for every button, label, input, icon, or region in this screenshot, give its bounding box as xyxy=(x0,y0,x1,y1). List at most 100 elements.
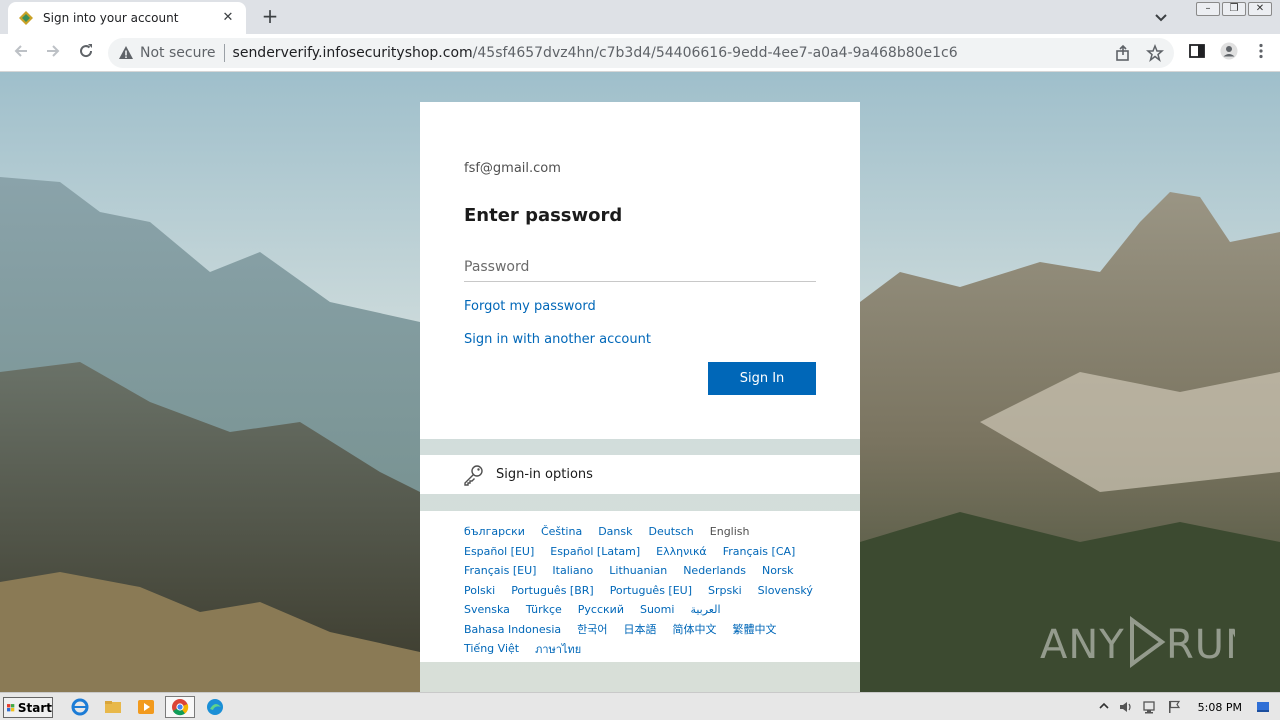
signin-card: fsf@gmail.com Enter password Forgot my p… xyxy=(420,102,860,439)
internet-explorer-icon xyxy=(71,698,89,716)
language-link[interactable]: Dansk xyxy=(598,525,632,538)
language-link[interactable]: Türkçe xyxy=(526,603,562,616)
reload-button[interactable] xyxy=(75,42,97,64)
watermark-logo: ANY RUN xyxy=(1040,612,1255,682)
language-link[interactable]: Slovenský xyxy=(758,584,813,597)
taskbar-media-player[interactable] xyxy=(134,696,158,718)
language-link[interactable]: 繁體中文 xyxy=(733,621,777,637)
reload-icon xyxy=(80,44,93,58)
media-player-icon xyxy=(138,700,154,714)
side-panel-icon[interactable] xyxy=(1188,42,1206,60)
url-path: /45sf4657dvz4hn/c7b3d4/54406616-9edd-4ee… xyxy=(472,45,958,61)
taskbar-edge[interactable] xyxy=(203,696,227,718)
edge-icon xyxy=(207,699,223,715)
minimize-button[interactable]: – xyxy=(1196,2,1220,16)
language-link[interactable]: Norsk xyxy=(762,564,794,577)
svg-text:RUN: RUN xyxy=(1166,622,1235,668)
language-list: български Čeština Dansk Deutsch English Españ… xyxy=(420,511,860,662)
start-label: Start xyxy=(17,700,52,715)
site-favicon-icon xyxy=(19,11,33,25)
start-button[interactable]: Start xyxy=(3,697,53,718)
action-center-flag-icon[interactable] xyxy=(1166,699,1182,715)
language-link[interactable]: ภาษาไทย xyxy=(535,640,581,658)
key-icon xyxy=(464,464,483,486)
tab-active[interactable]: Sign into your account ✕ xyxy=(8,2,246,34)
show-desktop-icon[interactable] xyxy=(1256,700,1270,714)
language-link[interactable]: Français [EU] xyxy=(464,564,536,577)
volume-icon[interactable] xyxy=(1118,699,1134,715)
back-button[interactable] xyxy=(10,42,32,64)
sign-in-button[interactable]: Sign In xyxy=(708,362,816,395)
language-link[interactable]: Suomi xyxy=(640,603,674,616)
language-row: български Čeština Dansk Deutsch English xyxy=(464,522,820,542)
language-link[interactable]: Français [CA] xyxy=(723,545,796,558)
tray-expand-icon[interactable] xyxy=(1098,700,1110,714)
language-link[interactable]: Lithuanian xyxy=(609,564,667,577)
password-input[interactable] xyxy=(464,252,816,282)
language-row: Polski Português [BR] Português [EU] Srpski… xyxy=(464,581,820,601)
share-icon[interactable] xyxy=(1114,44,1132,62)
browser-menu-icon[interactable] xyxy=(1252,42,1270,60)
language-link[interactable]: العربية xyxy=(690,603,720,616)
tab-close-icon[interactable]: ✕ xyxy=(220,10,236,26)
language-link[interactable]: Español [Latam] xyxy=(550,545,640,558)
language-link[interactable]: 简体中文 xyxy=(673,621,717,637)
language-link[interactable]: Srpski xyxy=(708,584,742,597)
language-row: Français [EU] Italiano Lithuanian Nederland… xyxy=(464,561,820,581)
tab-strip: Sign into your account ✕ + – ❐ ✕ xyxy=(0,0,1280,34)
language-link[interactable]: 日本語 xyxy=(624,621,657,637)
language-link[interactable]: Português [BR] xyxy=(511,584,594,597)
language-row: Svenska Türkçe Русский Suomi العربية xyxy=(464,600,820,620)
anyrun-watermark-icon: ANY RUN xyxy=(1040,616,1255,668)
windows-logo-icon xyxy=(7,703,15,711)
language-link[interactable]: Čeština xyxy=(541,525,582,538)
toolbar-right-actions xyxy=(1188,42,1270,60)
language-link[interactable]: Português [EU] xyxy=(610,584,692,597)
window-controls: – ❐ ✕ xyxy=(1196,2,1272,16)
taskbar-ie[interactable] xyxy=(68,696,92,718)
taskbar-clock[interactable]: 5:08 PM xyxy=(1198,701,1242,714)
new-tab-button[interactable]: + xyxy=(259,6,281,28)
close-window-button[interactable]: ✕ xyxy=(1248,2,1272,16)
taskbar-explorer[interactable] xyxy=(101,696,125,718)
taskbar-chrome[interactable] xyxy=(165,696,195,718)
maximize-button[interactable]: ❐ xyxy=(1222,2,1246,16)
language-link[interactable]: Ελληνικά xyxy=(656,545,707,558)
forgot-password-link[interactable]: Forgot my password xyxy=(464,299,596,314)
address-bar[interactable]: Not secure senderverify.infosecurityshop… xyxy=(108,38,1174,68)
chrome-icon xyxy=(172,699,189,716)
url-host: senderverify.infosecurityshop.com xyxy=(232,45,473,61)
signin-options-button[interactable]: Sign-in options xyxy=(420,455,860,494)
language-current: English xyxy=(709,525,750,539)
forward-button[interactable] xyxy=(42,42,64,64)
language-link[interactable]: Bahasa Indonesia xyxy=(464,623,561,636)
language-link[interactable]: Español [EU] xyxy=(464,545,534,558)
browser-toolbar: Not secure senderverify.infosecurityshop… xyxy=(0,34,1280,72)
back-arrow-icon xyxy=(14,45,27,57)
language-row: Tiếng Việt ภาษาไทย xyxy=(464,639,820,659)
forward-arrow-icon xyxy=(47,45,60,57)
page-background: fsf@gmail.com Enter password Forgot my p… xyxy=(0,72,1280,692)
address-bar-actions xyxy=(1114,44,1164,62)
language-link[interactable]: Tiếng Việt xyxy=(464,642,519,655)
not-secure-label[interactable]: Not secure xyxy=(140,45,216,61)
svg-text:ANY: ANY xyxy=(1040,622,1125,668)
profile-avatar-icon[interactable] xyxy=(1220,42,1238,60)
tab-search-chevron-icon[interactable] xyxy=(1152,8,1170,26)
another-account-link[interactable]: Sign in with another account xyxy=(464,332,651,347)
language-link[interactable]: 한국어 xyxy=(577,621,607,637)
network-icon[interactable] xyxy=(1142,699,1158,715)
warning-icon xyxy=(119,46,133,59)
windows-taskbar: Start 5:08 PM xyxy=(0,692,1280,720)
language-link[interactable]: Italiano xyxy=(552,564,593,577)
account-email: fsf@gmail.com xyxy=(464,161,561,176)
language-link[interactable]: Deutsch xyxy=(649,525,694,538)
language-link[interactable]: Svenska xyxy=(464,603,510,616)
language-link[interactable]: български xyxy=(464,525,525,538)
language-row: Español [EU] Español [Latam] Ελληνικά Franç… xyxy=(464,542,820,562)
language-link[interactable]: Polski xyxy=(464,584,495,597)
language-link[interactable]: Nederlands xyxy=(683,564,746,577)
bookmark-star-icon[interactable] xyxy=(1146,44,1164,62)
language-link[interactable]: Русский xyxy=(578,603,624,616)
signin-options-label: Sign-in options xyxy=(496,467,593,482)
